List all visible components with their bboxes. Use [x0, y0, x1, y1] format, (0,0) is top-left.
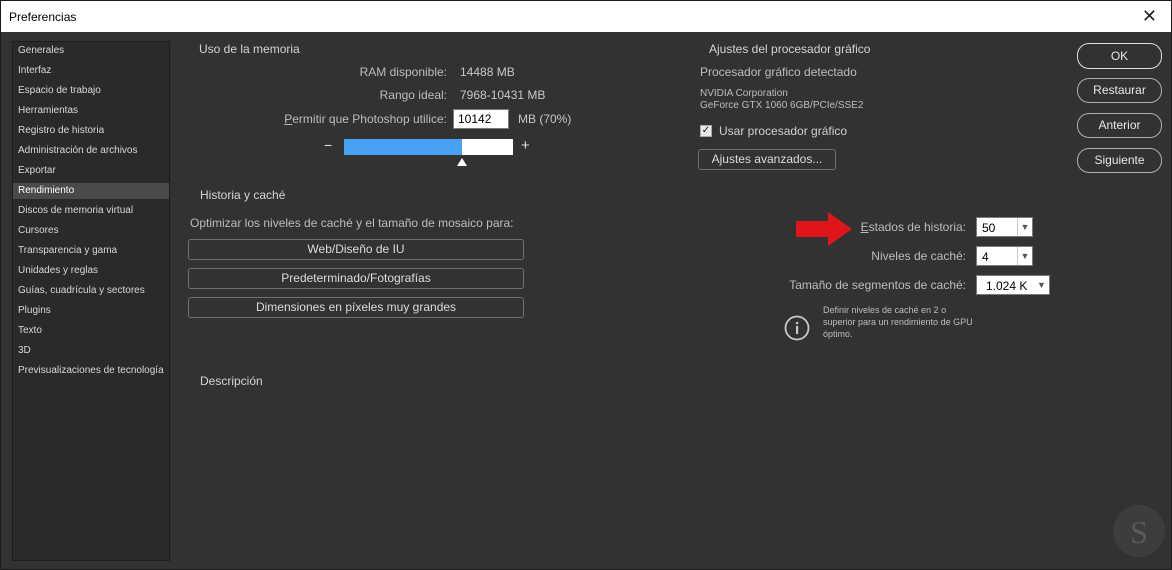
sidebar-item-previsualizaciones-de-tecnologia[interactable]: Previsualizaciones de tecnología — [18, 365, 164, 381]
memory-unit-label: MB (70%) — [518, 112, 572, 126]
increase-memory-button[interactable]: + — [521, 137, 530, 154]
watermark-logo-icon: S — [1113, 505, 1165, 557]
sidebar-item-transparencia-y-gama[interactable]: Transparencia y gama — [18, 245, 117, 261]
cache-tile-size-value: 1.024 K — [986, 279, 1028, 293]
sidebar-item-discos-de-memoria-virtual[interactable]: Discos de memoria virtual — [18, 205, 133, 221]
red-arrow-icon — [796, 212, 852, 246]
decrease-memory-button[interactable]: − — [324, 137, 332, 153]
sidebar-item-generales[interactable]: Generales — [18, 45, 64, 61]
cache-levels-label: Niveles de caché: — [871, 249, 966, 263]
preset-web-ui-button[interactable]: Web/Diseño de IU — [188, 239, 524, 260]
ram-available-label: RAM disponible: — [359, 65, 447, 79]
title-bar: Preferencias ✕ — [1, 1, 1171, 32]
info-text-line-3: óptimo. — [823, 329, 853, 339]
previous-button[interactable]: Anterior — [1077, 113, 1162, 138]
preset-huge-pixel-dimensions-button[interactable]: Dimensiones en píxeles muy grandes — [188, 297, 524, 318]
sidebar-item-3d[interactable]: 3D — [18, 345, 31, 361]
info-text-line-2: superior para un rendimiento de GPU — [823, 317, 973, 327]
memory-slider-fill — [344, 139, 463, 155]
description-heading: Descripción — [200, 374, 263, 388]
history-cache-heading: Historia y caché — [200, 188, 286, 202]
memory-amount-input[interactable]: 10142 — [453, 109, 509, 129]
cache-tile-size-combo[interactable]: 1.024 K ▼ — [976, 275, 1050, 295]
cache-levels-combo[interactable]: 4 ▼ — [976, 246, 1033, 266]
history-states-value: 50 — [982, 221, 996, 235]
ideal-range-label: Rango ideal: — [379, 88, 447, 102]
sidebar-item-espacio-de-trabajo[interactable]: Espacio de trabajo — [18, 85, 101, 101]
sidebar-item-registro-de-historia[interactable]: Registro de historia — [18, 125, 104, 141]
sidebar-item-exportar[interactable]: Exportar — [18, 165, 56, 181]
chevron-down-icon[interactable]: ▼ — [1034, 276, 1049, 294]
gpu-vendor: NVIDIA Corporation — [700, 88, 788, 99]
history-states-label: Estados de historia: — [860, 220, 966, 234]
info-icon — [784, 315, 810, 341]
sidebar-item-texto[interactable]: Texto — [18, 325, 42, 341]
sidebar-item-cursores[interactable]: Cursores — [18, 225, 59, 241]
info-text-line-1: Definir niveles de caché en 2 o — [823, 305, 947, 315]
next-button[interactable]: Siguiente — [1077, 148, 1162, 173]
history-states-combo[interactable]: 50 ▼ — [976, 217, 1033, 237]
sidebar-item-plugins[interactable]: Plugins — [18, 305, 51, 321]
ok-button[interactable]: OK — [1077, 43, 1162, 69]
sidebar-item-herramientas[interactable]: Herramientas — [18, 105, 78, 121]
gpu-detected-label: Procesador gráfico detectado — [700, 65, 857, 79]
svg-text:S: S — [1130, 514, 1148, 550]
sidebar-item-unidades-y-reglas[interactable]: Unidades y reglas — [18, 265, 98, 281]
sidebar: Generales Interfaz Espacio de trabajo He… — [12, 41, 170, 561]
sidebar-item-rendimiento[interactable]: Rendimiento — [13, 183, 169, 199]
ram-available-value: 14488 MB — [460, 65, 515, 79]
sidebar-item-administracion-de-archivos[interactable]: Administración de archivos — [18, 145, 138, 161]
sidebar-item-guias-cuadricula-y-sectores[interactable]: Guías, cuadrícula y sectores — [18, 285, 145, 301]
cache-levels-value: 4 — [982, 250, 989, 264]
sidebar-item-interfaz[interactable]: Interfaz — [18, 65, 51, 81]
gpu-settings-heading: Ajustes del procesador gráfico — [709, 42, 871, 56]
use-gpu-label: Usar procesador gráfico — [719, 124, 848, 138]
restore-button[interactable]: Restaurar — [1077, 78, 1162, 103]
use-gpu-checkbox[interactable]: ✓ — [700, 125, 712, 137]
window-title: Preferencias — [9, 10, 77, 24]
chevron-down-icon[interactable]: ▼ — [1017, 247, 1032, 265]
gpu-model: GeForce GTX 1060 6GB/PCIe/SSE2 — [700, 100, 864, 111]
cache-tile-size-label: Tamaño de segmentos de caché: — [789, 278, 966, 292]
chevron-down-icon[interactable]: ▼ — [1017, 218, 1032, 236]
ideal-range-value: 7968-10431 MB — [460, 88, 546, 102]
preferences-dialog: Preferencias ✕ Generales Interfaz Espaci… — [0, 0, 1172, 570]
slider-thumb-icon[interactable] — [456, 157, 468, 167]
allow-memory-label: Permitir que Photoshop utilice: — [284, 112, 447, 126]
close-icon[interactable]: ✕ — [1142, 6, 1157, 27]
preset-default-photos-button[interactable]: Predeterminado/Fotografías — [188, 268, 524, 289]
optimize-cache-label: Optimizar los niveles de caché y el tama… — [190, 216, 514, 230]
memory-slider[interactable] — [344, 139, 513, 155]
advanced-settings-button[interactable]: Ajustes avanzados... — [698, 149, 836, 170]
memory-usage-heading: Uso de la memoria — [199, 42, 300, 56]
